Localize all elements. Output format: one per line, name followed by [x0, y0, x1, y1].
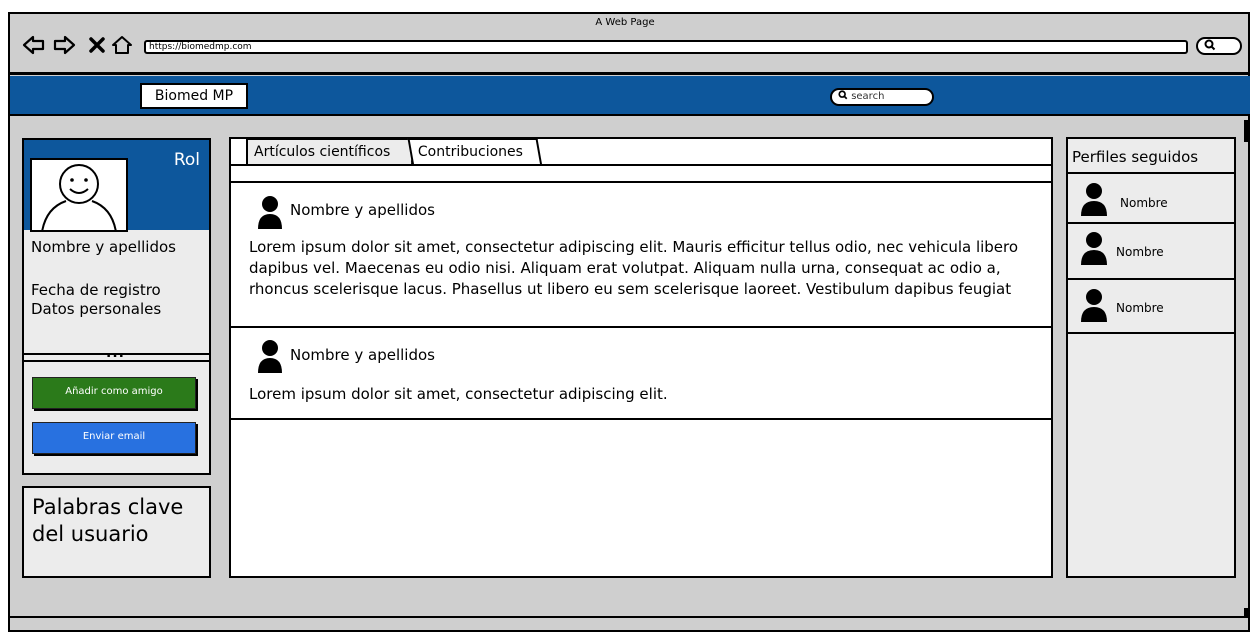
back-arrow-icon[interactable]	[22, 34, 46, 56]
following-title: Perfiles seguidos	[1072, 148, 1199, 166]
avatar	[30, 158, 128, 232]
user-keywords: Palabras clave del usuario	[22, 486, 211, 578]
browser-search-button[interactable]	[1196, 37, 1242, 55]
user-icon	[1080, 182, 1108, 216]
post-body: Lorem ipsum dolor sit amet, consectetur …	[249, 238, 1019, 298]
status-divider	[10, 616, 1250, 618]
post-author[interactable]: Nombre y apellidos	[290, 201, 435, 219]
feed-divider	[231, 326, 1051, 328]
following-divider	[1067, 332, 1235, 334]
following-name: Nombre	[1120, 196, 1168, 210]
brand-logo[interactable]: Biomed MP	[140, 83, 248, 109]
profile-role: Rol	[173, 150, 200, 170]
post-body: Lorem ipsum dolor sit amet, consectetur …	[249, 385, 668, 403]
tab-baseline	[231, 164, 1051, 166]
url-bar[interactable]: https://biomedmp.com	[144, 40, 1188, 54]
user-icon	[257, 195, 283, 229]
profile-personal-data: Datos personales	[31, 300, 162, 318]
user-icon	[1080, 288, 1108, 322]
search-icon	[838, 90, 851, 102]
toolbar-divider	[10, 72, 1250, 75]
profile-divider-2	[24, 360, 210, 362]
following-name: Nombre	[1116, 245, 1164, 259]
tab-label: Artículos científicos	[254, 144, 391, 160]
window-title: A Web Page	[595, 17, 655, 28]
tab-label: Contribuciones	[417, 144, 523, 160]
following-name: Nombre	[1116, 301, 1164, 315]
tab-articulos[interactable]: Artículos científicos	[246, 138, 413, 164]
forward-arrow-icon[interactable]	[52, 34, 76, 56]
home-icon[interactable]	[110, 34, 134, 56]
feed-divider	[231, 418, 1051, 420]
tab-contribuciones[interactable]: Contribuciones	[407, 138, 542, 164]
close-icon[interactable]	[88, 34, 106, 56]
search-placeholder: search	[851, 91, 885, 102]
feed-divider	[231, 181, 1051, 183]
user-face-icon	[41, 164, 117, 230]
search-input[interactable]: search	[830, 88, 934, 106]
post-author[interactable]: Nombre y apellidos	[290, 346, 435, 364]
scrollbar-top[interactable]	[1244, 120, 1250, 142]
profile-name: Nombre y apellidos	[31, 238, 176, 256]
user-icon	[257, 339, 283, 373]
search-icon	[1204, 39, 1216, 53]
add-friend-button[interactable]: Añadir como amigo	[32, 377, 196, 409]
more-dots[interactable]: ...	[106, 346, 125, 360]
profile-registration: Fecha de registro	[31, 281, 161, 299]
send-email-button[interactable]: Enviar email	[32, 422, 196, 454]
user-icon	[1080, 231, 1108, 265]
